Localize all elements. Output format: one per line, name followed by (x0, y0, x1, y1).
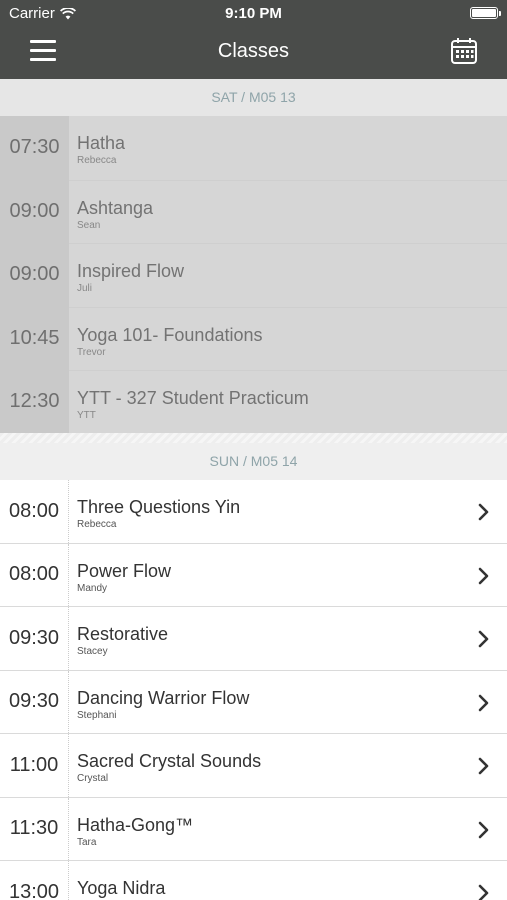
class-row[interactable]: 09:30 Dancing Warrior Flow Stephani (0, 670, 507, 734)
class-row[interactable]: 09:30 Restorative Stacey (0, 607, 507, 671)
class-time: 11:00 (0, 734, 69, 797)
chevron-right-icon[interactable] (477, 502, 491, 522)
class-list-sun: 08:00 Three Questions Yin Rebecca 08:00 Powe… (0, 480, 507, 900)
chevron-right-icon[interactable] (477, 693, 491, 713)
page-title: Classes (217, 40, 290, 62)
class-teacher: Juli (77, 283, 93, 294)
class-teacher: Mandy (77, 582, 108, 594)
nav-bar: Classes (0, 26, 507, 79)
class-teacher: Sean (77, 219, 101, 231)
class-time: 08:00 (0, 480, 69, 543)
class-info: Dancing Warrior Flow Stephani (69, 671, 507, 734)
chevron-right-icon[interactable] (477, 820, 491, 840)
day-header-sat: SAT / M05 13 (0, 79, 507, 116)
class-teacher: Trevor (77, 346, 106, 358)
class-title: YTT - 327 Student Practicum (77, 388, 309, 408)
class-row: 07:30 Hatha Rebecca (0, 116, 507, 180)
class-teacher: Stephani (77, 709, 117, 721)
class-info: Yoga Nidra (69, 861, 507, 900)
class-info: YTT - 327 Student Practicum YTT (69, 370, 507, 434)
class-title: Restorative (77, 624, 169, 644)
class-info: Power Flow Mandy (69, 544, 507, 607)
class-title: Inspired Flow (77, 261, 185, 281)
class-row: 12:30 YTT - 327 Student Practicum YTT (0, 370, 507, 434)
class-time: 09:30 (0, 670, 69, 733)
day-separator (0, 433, 507, 443)
class-row[interactable]: 08:00 Power Flow Mandy (0, 543, 507, 607)
class-teacher: Crystal (77, 773, 109, 784)
class-title: Yoga 101- Foundations (77, 324, 263, 345)
class-teacher: Tara (77, 836, 97, 848)
battery-icon (470, 7, 501, 19)
chevron-right-icon[interactable] (477, 629, 491, 649)
class-title: Sacred Crystal Sounds (77, 751, 262, 771)
class-teacher: YTT (77, 410, 96, 421)
class-title: Dancing Warrior Flow (77, 687, 250, 708)
class-info: Ashtanga Sean (69, 179, 507, 244)
class-list-sat: 07:30 Hatha Rebecca 09:00 Ashtanga Sean 09:00 I… (0, 116, 507, 434)
class-time: 08:00 (0, 543, 69, 606)
chevron-right-icon[interactable] (477, 756, 491, 776)
class-time: 11:30 (0, 797, 69, 860)
class-info: Inspired Flow Juli (69, 243, 507, 307)
class-title: Hatha-Gong™ (77, 814, 194, 835)
class-title: Ashtanga (77, 197, 154, 218)
class-title: Hatha (77, 133, 126, 153)
class-title: Yoga Nidra (77, 878, 166, 898)
class-row[interactable]: 13:00 Yoga Nidra (0, 861, 507, 900)
class-row: 09:00 Ashtanga Sean (0, 179, 507, 244)
class-row: 10:45 Yoga 101- Foundations Trevor (0, 306, 507, 371)
chevron-right-icon[interactable] (477, 883, 491, 900)
class-row: 09:00 Inspired Flow Juli (0, 243, 507, 307)
class-time: 07:30 (0, 116, 69, 180)
class-row[interactable]: 11:00 Sacred Crystal Sounds Crystal (0, 734, 507, 798)
class-time: 10:45 (0, 306, 69, 370)
class-row[interactable]: 08:00 Three Questions Yin Rebecca (0, 480, 507, 544)
class-info: Three Questions Yin Rebecca (69, 480, 507, 543)
class-time: 09:00 (0, 179, 69, 243)
class-time: 12:30 (0, 370, 69, 434)
day-header-sun: SUN / M05 14 (0, 443, 507, 480)
class-time: 13:00 (0, 861, 69, 900)
chevron-right-icon[interactable] (477, 566, 491, 586)
class-info: Restorative Stacey (69, 607, 507, 670)
status-time: 9:10 PM (225, 5, 282, 22)
app-header: Carrier 9:10 PM Classes (0, 0, 507, 79)
class-time: 09:00 (0, 243, 69, 307)
calendar-button[interactable] (450, 37, 478, 65)
class-teacher: Stacey (77, 646, 108, 657)
class-info: Hatha-Gong™ Tara (69, 798, 507, 861)
class-title: Three Questions Yin (77, 497, 241, 517)
class-row[interactable]: 11:30 Hatha-Gong™ Tara (0, 797, 507, 861)
class-title: Power Flow (77, 560, 172, 581)
class-teacher: Rebecca (77, 155, 117, 166)
status-bar: Carrier 9:10 PM (0, 0, 507, 26)
class-info: Sacred Crystal Sounds Crystal (69, 734, 507, 797)
class-time: 09:30 (0, 607, 69, 670)
class-info: Yoga 101- Foundations Trevor (69, 306, 507, 371)
class-teacher: Rebecca (77, 519, 117, 530)
class-info: Hatha Rebecca (69, 116, 507, 180)
